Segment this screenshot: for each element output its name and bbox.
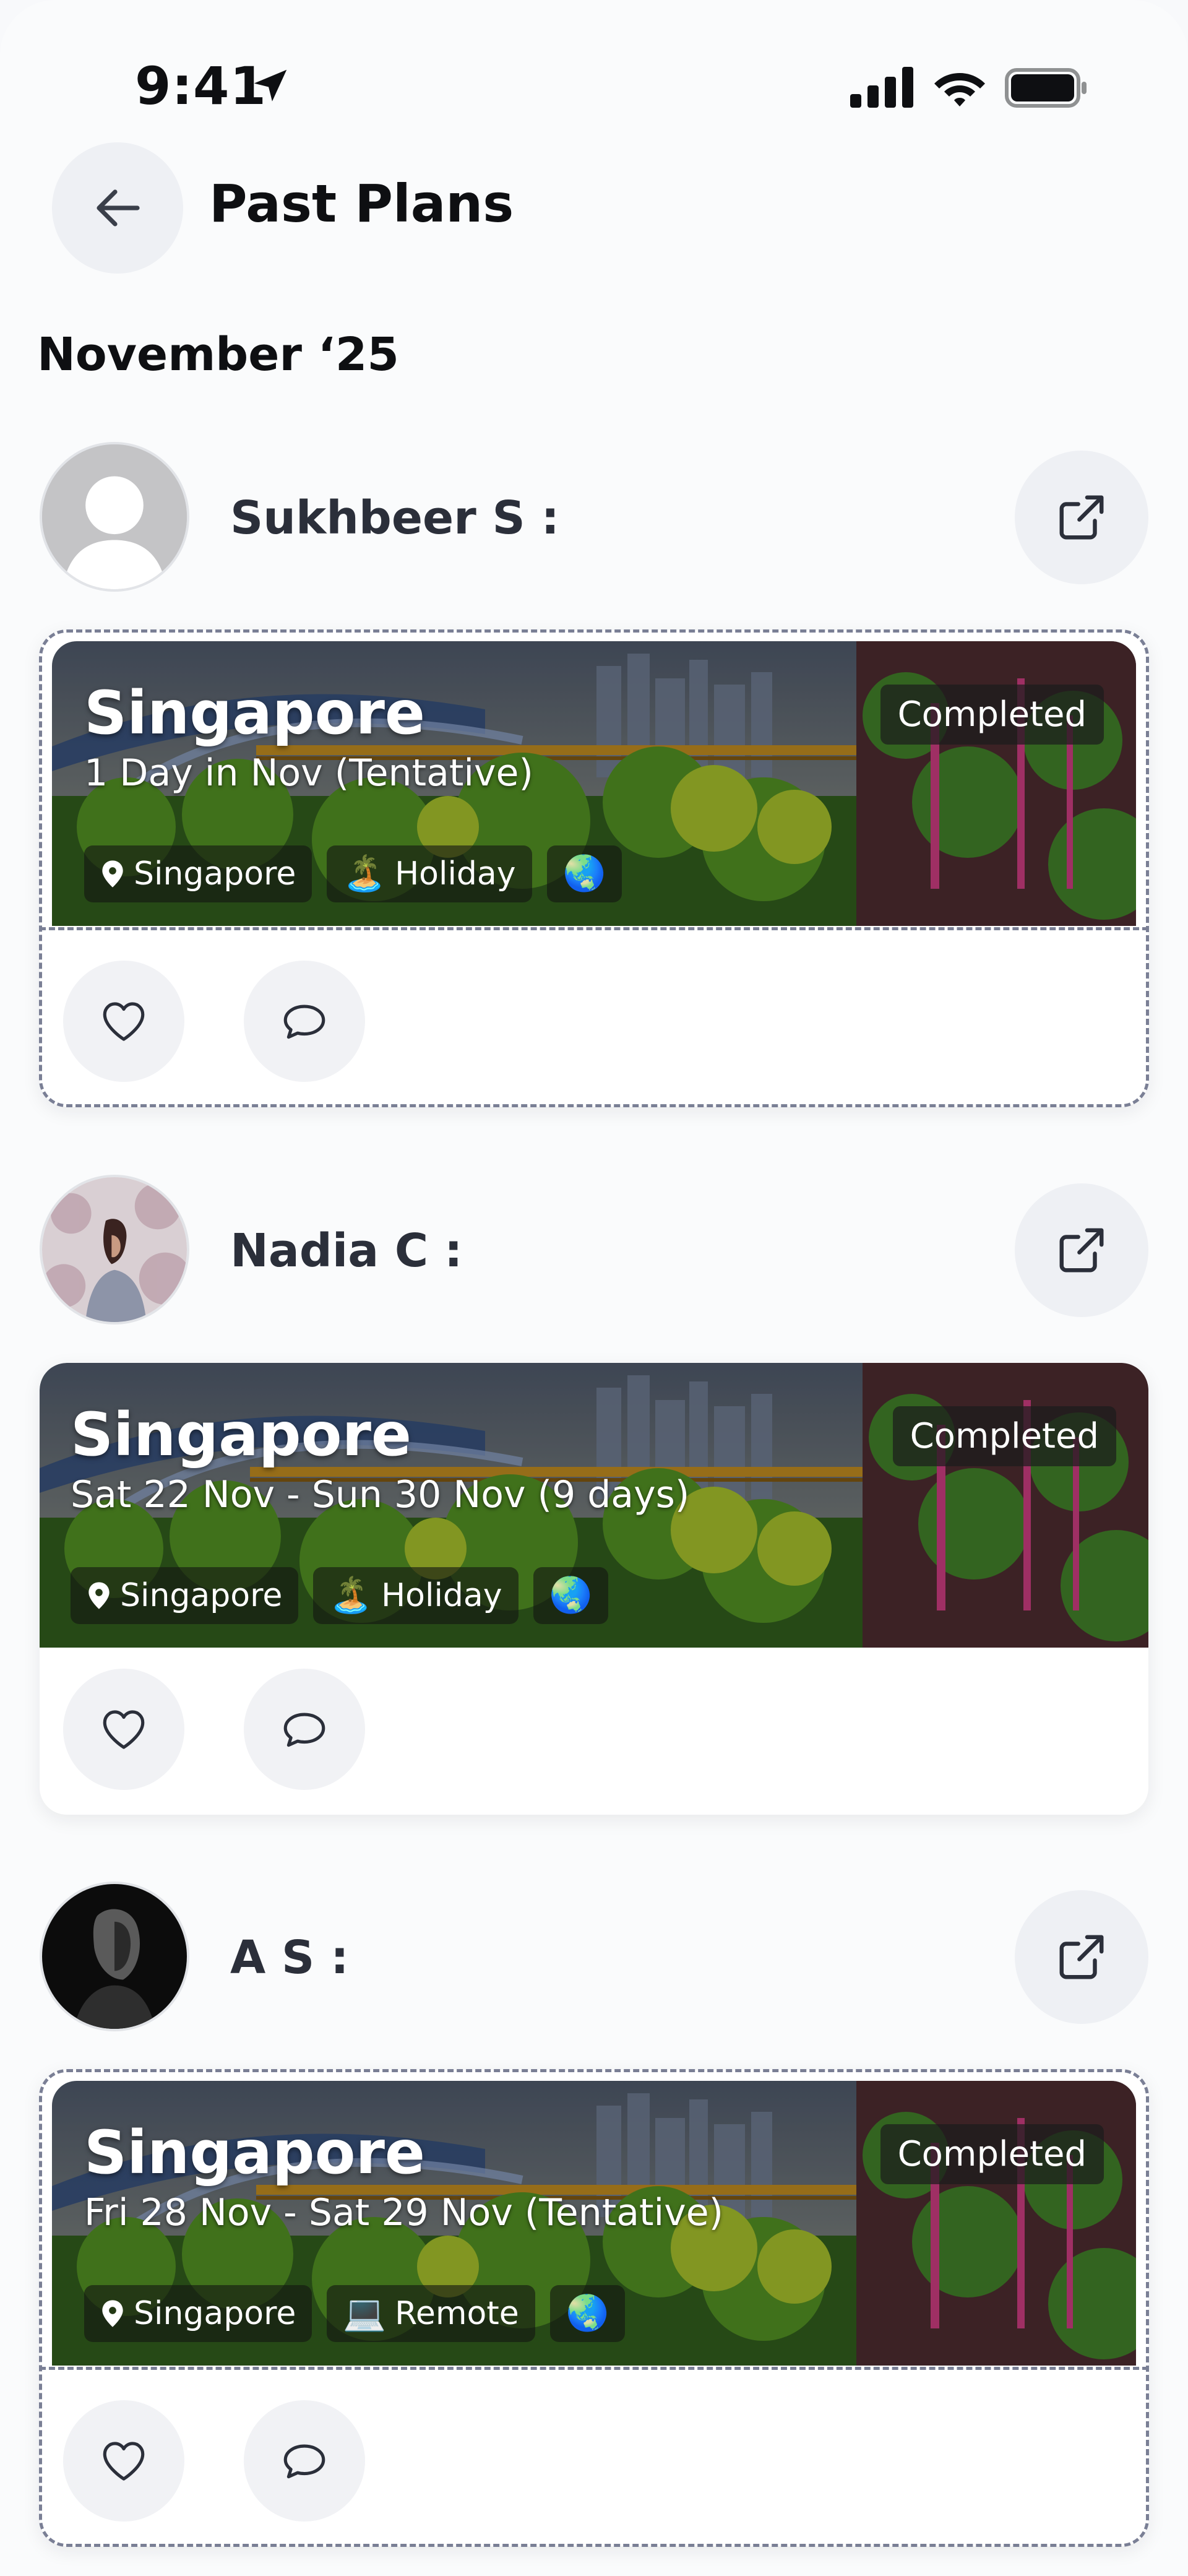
status-bar: 9:41 — [0, 0, 1188, 124]
comment-bubble-icon — [283, 1005, 325, 1039]
plan-card[interactable]: Singapore Fri 28 Nov - Sat 29 Nov (Tenta… — [39, 2069, 1149, 2547]
status-badge: Completed — [880, 2124, 1104, 2184]
user-photo-avatar — [42, 1177, 187, 1322]
status-badge: Completed — [892, 1406, 1116, 1466]
plan-banner[interactable]: Singapore Fri 28 Nov - Sat 29 Nov (Tenta… — [52, 2081, 1136, 2366]
user-photo-avatar — [42, 1884, 187, 2029]
plan-banner[interactable]: Singapore Sat 22 Nov - Sun 30 Nov (9 day… — [40, 1363, 1148, 1648]
comment-button[interactable] — [244, 961, 365, 1082]
tag-chips: Singapore 🏝️ Holiday 🌏 — [71, 1567, 609, 1624]
destination-title: Singapore — [71, 1400, 412, 1469]
laptop-emoji: 💻 — [343, 2293, 387, 2333]
like-button[interactable] — [63, 1669, 184, 1790]
trip-type-chip: 🏝️ Holiday — [327, 845, 532, 902]
like-button[interactable] — [63, 2400, 184, 2522]
external-link-icon — [1059, 1228, 1104, 1273]
location-chip: Singapore — [71, 1567, 299, 1624]
plan-dates: Fri 28 Nov - Sat 29 Nov (Tentative) — [84, 2191, 724, 2234]
chip-label: Singapore — [134, 2295, 296, 2332]
chip-label: Singapore — [120, 1577, 283, 1614]
battery-icon — [1005, 68, 1087, 108]
heart-icon — [103, 1710, 145, 1749]
avatar[interactable] — [40, 442, 189, 592]
globe-emoji: 🌏 — [562, 854, 606, 894]
location-pin-icon — [102, 860, 123, 888]
share-button[interactable] — [1015, 1890, 1148, 2024]
chip-label: Holiday — [381, 1577, 502, 1614]
wifi-icon — [934, 73, 985, 106]
card-actions — [63, 961, 365, 1082]
card-actions — [63, 1669, 365, 1790]
back-button[interactable] — [52, 142, 183, 274]
destination-title: Singapore — [84, 678, 426, 748]
globe-emoji: 🌏 — [549, 1575, 593, 1615]
beach-island-emoji: 🏝️ — [329, 1575, 373, 1615]
share-button[interactable] — [1015, 451, 1148, 584]
tag-chips: Singapore 🏝️ Holiday 🌏 — [84, 845, 622, 902]
tag-chips: Singapore 💻 Remote 🌏 — [84, 2285, 626, 2342]
chip-label: Singapore — [134, 855, 296, 893]
plan-banner[interactable]: Singapore 1 Day in Nov (Tentative) Compl… — [52, 641, 1136, 926]
user-name[interactable]: A S : — [230, 1931, 349, 1984]
cellular-signal-icon — [850, 67, 913, 108]
user-name[interactable]: Nadia C : — [230, 1224, 463, 1277]
avatar[interactable] — [40, 1175, 189, 1325]
plan-dates: 1 Day in Nov (Tentative) — [84, 751, 533, 795]
banner-divider — [40, 927, 1148, 930]
destination-title: Singapore — [84, 2118, 426, 2187]
plan-card[interactable]: Singapore Sat 22 Nov - Sun 30 Nov (9 day… — [40, 1363, 1148, 1815]
user-name[interactable]: Sukhbeer S : — [230, 491, 559, 545]
heart-icon — [103, 1002, 145, 1041]
beach-island-emoji: 🏝️ — [343, 854, 387, 894]
trip-type-chip: 🏝️ Holiday — [313, 1567, 519, 1624]
location-chip: Singapore — [84, 845, 312, 902]
like-button[interactable] — [63, 961, 184, 1082]
external-link-icon — [1059, 495, 1104, 540]
month-heading: November ‘25 — [37, 328, 399, 381]
phone-screen: 9:41 Past Plans November ‘25 Sukhbeer S … — [0, 0, 1188, 2576]
status-badge: Completed — [880, 685, 1104, 745]
card-actions — [63, 2400, 365, 2522]
location-pin-icon — [102, 2300, 123, 2327]
globe-chip: 🌏 — [533, 1567, 609, 1624]
location-pin-icon — [88, 1582, 110, 1609]
banner-divider — [40, 2367, 1148, 2370]
comment-bubble-icon — [283, 1713, 325, 1747]
globe-chip: 🌏 — [549, 2285, 626, 2342]
chip-label: Remote — [395, 2295, 519, 2332]
heart-icon — [103, 2442, 145, 2481]
comment-button[interactable] — [244, 1669, 365, 1790]
comment-bubble-icon — [283, 2444, 325, 2479]
external-link-icon — [1059, 1935, 1104, 1979]
comment-button[interactable] — [244, 2400, 365, 2522]
globe-chip: 🌏 — [546, 845, 622, 902]
status-time: 9:41 — [135, 56, 267, 116]
location-arrow-icon — [254, 69, 287, 102]
arrow-left-icon — [97, 189, 140, 227]
location-chip: Singapore — [84, 2285, 312, 2342]
share-button[interactable] — [1015, 1183, 1148, 1317]
default-avatar-icon — [42, 444, 187, 589]
plan-dates: Sat 22 Nov - Sun 30 Nov (9 days) — [71, 1473, 690, 1516]
plan-card[interactable]: Singapore 1 Day in Nov (Tentative) Compl… — [39, 629, 1149, 1107]
trip-type-chip: 💻 Remote — [327, 2285, 535, 2342]
chip-label: Holiday — [395, 855, 516, 893]
globe-emoji: 🌏 — [566, 2293, 609, 2333]
page-title: Past Plans — [209, 173, 514, 234]
avatar[interactable] — [40, 1882, 189, 2031]
